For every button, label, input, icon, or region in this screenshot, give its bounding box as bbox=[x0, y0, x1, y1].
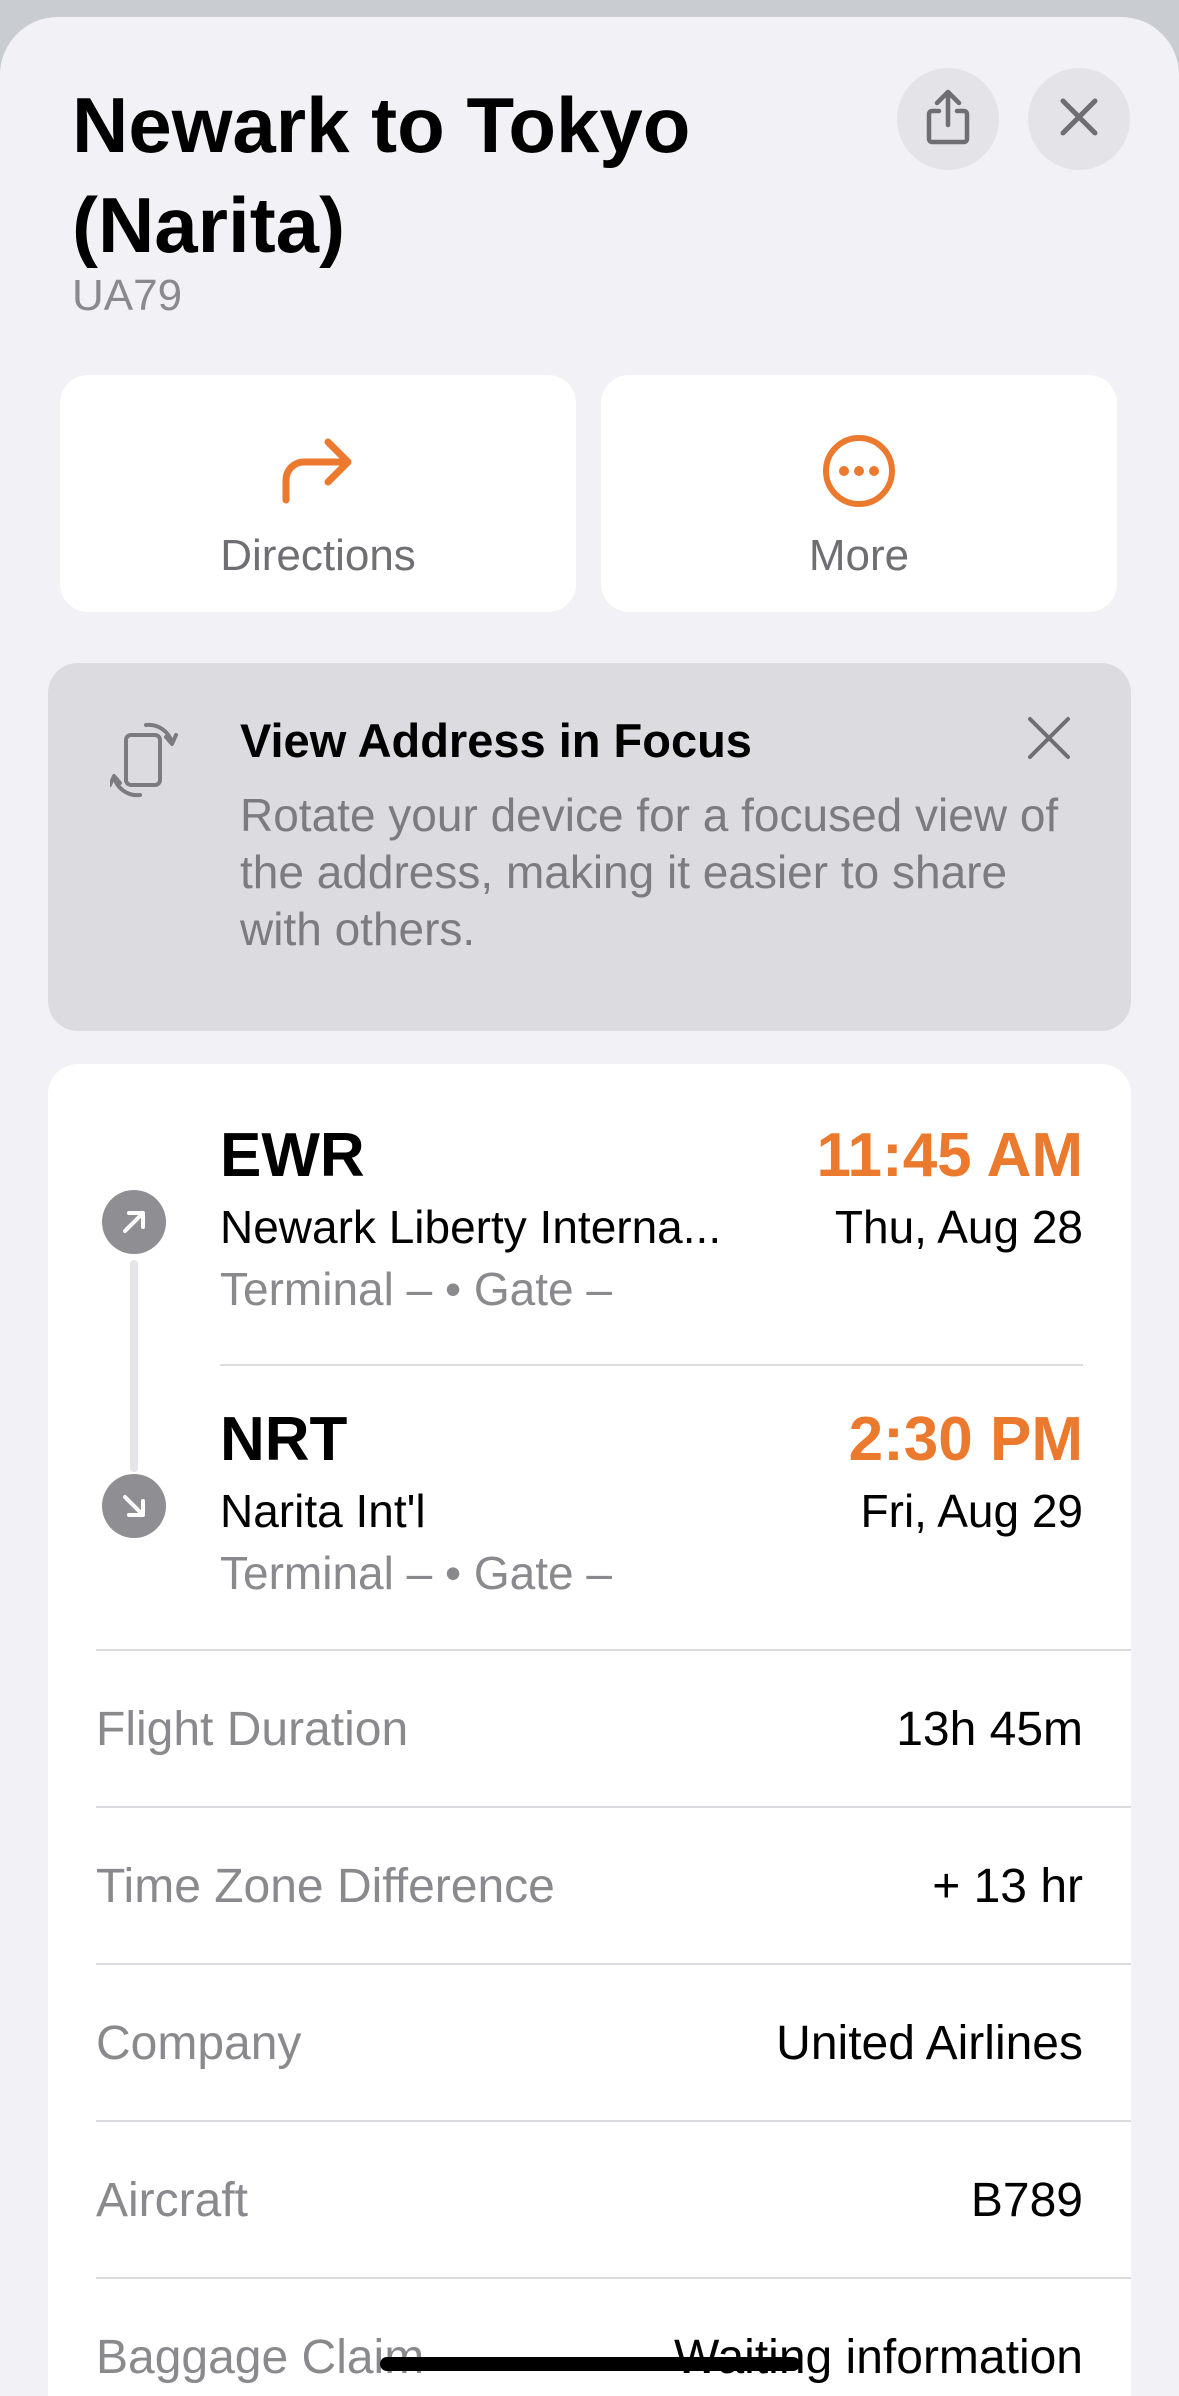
arrival-date: Fri, Aug 29 bbox=[860, 1485, 1083, 1537]
flight-details-sheet: Newark to Tokyo (Narita) UA79 Directions bbox=[0, 17, 1179, 2396]
detail-value: United Airlines bbox=[776, 2017, 1083, 2070]
departure-code: EWR bbox=[220, 1121, 365, 1190]
arrival-time: 2:30 PM bbox=[848, 1405, 1083, 1474]
tip-close-icon[interactable] bbox=[1026, 715, 1072, 766]
arrival-code: NRT bbox=[220, 1405, 348, 1474]
divider bbox=[96, 2120, 1131, 2122]
departure-terminal-gate: Terminal – • Gate – bbox=[220, 1263, 612, 1315]
detail-value: 13h 45m bbox=[896, 1703, 1083, 1756]
arrival-terminal-gate: Terminal – • Gate – bbox=[220, 1547, 612, 1599]
rotate-device-icon bbox=[108, 713, 182, 810]
more-ellipsis-icon bbox=[821, 431, 897, 511]
departure-date: Thu, Aug 28 bbox=[834, 1201, 1083, 1253]
flight-number: UA79 bbox=[72, 271, 183, 320]
departure-arrow-icon bbox=[102, 1190, 166, 1254]
close-button[interactable] bbox=[1028, 68, 1130, 170]
home-indicator[interactable] bbox=[380, 2357, 800, 2371]
directions-button[interactable]: Directions bbox=[60, 375, 576, 612]
arrival-arrow-icon bbox=[102, 1474, 166, 1538]
page-title: Newark to Tokyo (Narita) bbox=[72, 81, 691, 269]
detail-label: Company bbox=[96, 2017, 302, 2070]
route-connector bbox=[130, 1260, 138, 1472]
divider bbox=[96, 1649, 1131, 1651]
tip-body: Rotate your device for a focused view of… bbox=[240, 789, 1059, 955]
detail-value: B789 bbox=[970, 2174, 1083, 2227]
flight-info-card: EWR Newark Liberty Interna... Terminal –… bbox=[48, 1064, 1131, 2396]
departure-time: 11:45 AM bbox=[816, 1121, 1084, 1190]
divider bbox=[220, 1364, 1083, 1366]
arrival-airport: Narita Int'l bbox=[220, 1485, 426, 1537]
share-button[interactable] bbox=[897, 68, 999, 170]
detail-label: Time Zone Difference bbox=[96, 1860, 555, 1913]
directions-arrow-icon bbox=[280, 431, 356, 511]
departure-airport: Newark Liberty Interna... bbox=[220, 1201, 722, 1253]
close-icon bbox=[1059, 97, 1099, 142]
divider bbox=[96, 1963, 1131, 1965]
directions-label: Directions bbox=[220, 531, 416, 580]
detail-label: Aircraft bbox=[96, 2174, 249, 2227]
focus-tip-banner: View Address in Focus Rotate your device… bbox=[48, 663, 1131, 1031]
divider bbox=[96, 1806, 1131, 1808]
share-icon bbox=[923, 89, 973, 150]
more-button[interactable]: More bbox=[601, 375, 1117, 612]
tip-title: View Address in Focus bbox=[240, 714, 752, 767]
more-label: More bbox=[808, 531, 910, 580]
detail-label: Baggage Claim bbox=[96, 2331, 425, 2384]
detail-value: + 13 hr bbox=[932, 1860, 1083, 1913]
divider bbox=[96, 2277, 1131, 2279]
detail-label: Flight Duration bbox=[96, 1703, 409, 1756]
